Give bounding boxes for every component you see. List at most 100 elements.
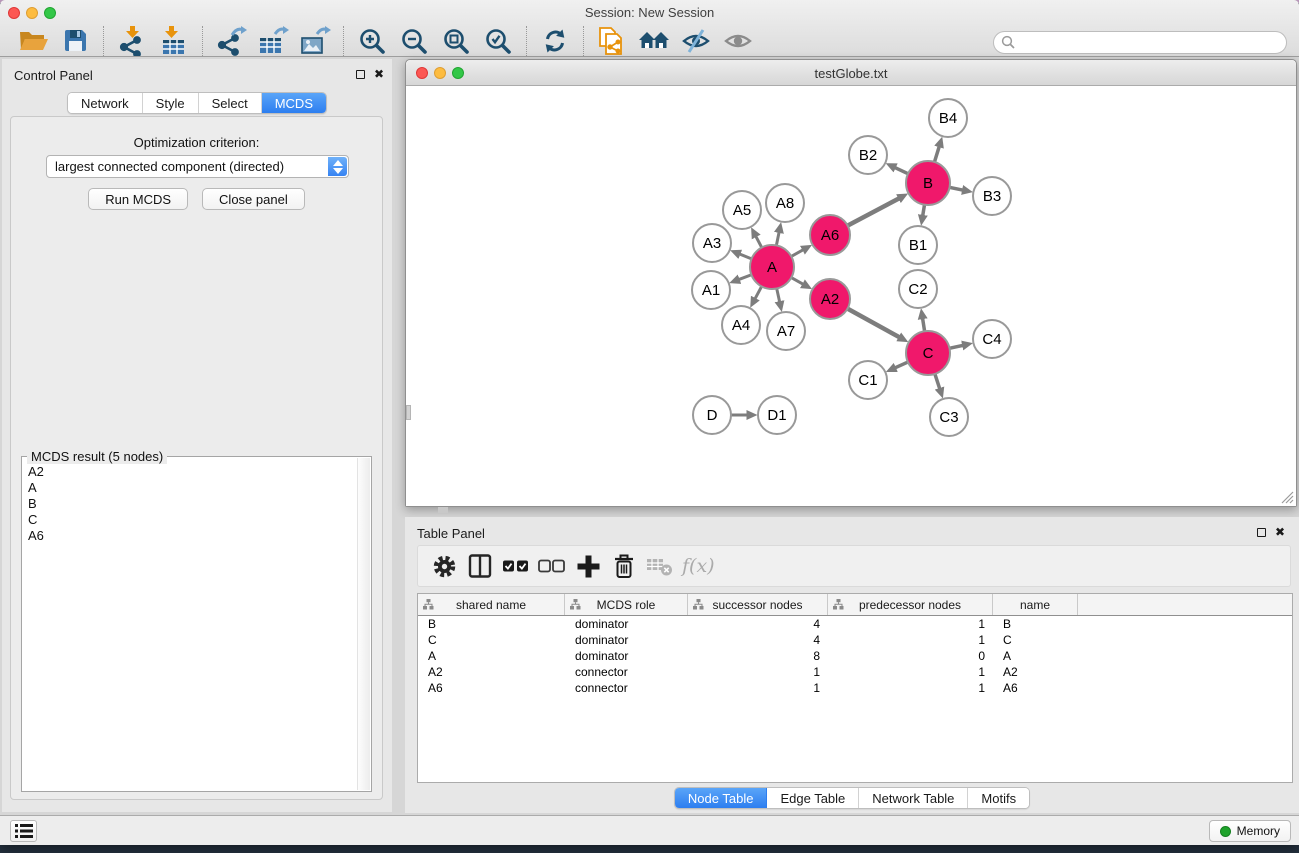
save-session-icon[interactable]	[56, 25, 94, 57]
delete-trash-icon[interactable]	[606, 549, 642, 583]
column-header-predecessor-nodes[interactable]: predecessor nodes	[828, 594, 993, 615]
table-row[interactable]: Bdominator41B	[418, 616, 1292, 632]
function-builder-icon-disabled: f(x)	[678, 555, 715, 577]
zoom-out-icon[interactable]	[395, 25, 433, 57]
graph-edge-B-B2[interactable]	[895, 168, 907, 174]
select-all-checkboxes-icon[interactable]	[498, 549, 534, 583]
graph-node-B4[interactable]: B4	[929, 99, 967, 137]
close-table-panel-icon[interactable]: ✖	[1275, 527, 1285, 537]
tab-node-table[interactable]: Node Table	[675, 788, 768, 808]
graph-node-A3[interactable]: A3	[693, 224, 731, 262]
graph-edge-A-A4[interactable]	[755, 287, 761, 298]
graph-node-B2[interactable]: B2	[849, 136, 887, 174]
graph-node-C[interactable]: C	[906, 331, 950, 375]
column-header-shared-name[interactable]: shared name	[418, 594, 565, 615]
graph-edge-C-C4[interactable]	[950, 345, 962, 348]
graph-node-A2[interactable]: A2	[810, 279, 850, 319]
table-settings-gear-icon[interactable]	[426, 549, 462, 583]
refresh-icon[interactable]	[536, 25, 574, 57]
graph-node-B1[interactable]: B1	[899, 226, 937, 264]
graph-node-A4[interactable]: A4	[722, 306, 760, 344]
graph-edge-A2-C[interactable]	[848, 309, 899, 337]
result-item[interactable]: A2	[28, 464, 357, 480]
graph-node-B[interactable]: B	[906, 161, 950, 205]
export-network-icon[interactable]	[212, 25, 250, 57]
result-item[interactable]: A	[28, 480, 357, 496]
graph-node-B3[interactable]: B3	[973, 177, 1011, 215]
graph-edge-A-A5[interactable]	[756, 237, 761, 247]
task-history-list-button[interactable]	[10, 820, 37, 842]
open-session-icon[interactable]	[14, 25, 52, 57]
zoom-in-icon[interactable]	[353, 25, 391, 57]
graph-node-C1[interactable]: C1	[849, 361, 887, 399]
close-panel-button[interactable]: Close panel	[202, 188, 305, 210]
graph-edge-C-C3[interactable]	[935, 375, 939, 389]
window-resize-grip[interactable]	[1281, 491, 1294, 504]
graph-edge-A-A1[interactable]	[739, 275, 750, 279]
graph-edge-A6-B[interactable]	[849, 198, 899, 225]
graph-edge-A-A7[interactable]	[777, 289, 780, 301]
graph-node-A5[interactable]: A5	[723, 191, 761, 229]
export-image-icon[interactable]	[296, 25, 334, 57]
float-table-panel-icon[interactable]	[1257, 528, 1266, 537]
result-item[interactable]: A6	[28, 528, 357, 544]
optimization-criterion-select[interactable]: largest connected component (directed)	[46, 155, 349, 178]
result-item[interactable]: C	[28, 512, 357, 528]
result-item[interactable]: B	[28, 496, 357, 512]
float-panel-icon[interactable]	[356, 70, 365, 79]
search-input[interactable]	[993, 31, 1287, 54]
tab-style[interactable]: Style	[143, 93, 199, 113]
table-row[interactable]: A2connector11A2	[418, 664, 1292, 680]
graph-edge-C-C2[interactable]	[923, 319, 925, 331]
tab-select[interactable]: Select	[199, 93, 262, 113]
graph-node-A7[interactable]: A7	[767, 312, 805, 350]
divider-handle[interactable]	[438, 507, 448, 513]
run-mcds-button[interactable]: Run MCDS	[88, 188, 188, 210]
graph-edge-B-B3[interactable]	[951, 188, 963, 190]
table-row[interactable]: A6connector11A6	[418, 680, 1292, 696]
zoom-selected-icon[interactable]	[479, 25, 517, 57]
graph-node-D1[interactable]: D1	[758, 396, 796, 434]
new-network-document-icon[interactable]	[593, 25, 631, 57]
column-header-MCDS-role[interactable]: MCDS role	[565, 594, 688, 615]
column-header-successor-nodes[interactable]: successor nodes	[688, 594, 828, 615]
close-panel-icon[interactable]: ✖	[374, 69, 384, 79]
tab-mcds[interactable]: MCDS	[262, 93, 326, 113]
result-scrollbar[interactable]	[357, 458, 370, 790]
graph-edge-B-B4[interactable]	[935, 147, 939, 161]
graph-edge-A-A6[interactable]	[792, 250, 803, 256]
export-table-icon[interactable]	[254, 25, 292, 57]
network-left-scroll-nub[interactable]	[406, 405, 411, 420]
tab-edge-table[interactable]: Edge Table	[767, 788, 859, 808]
graph-node-C2[interactable]: C2	[899, 270, 937, 308]
add-column-plus-icon[interactable]	[570, 549, 606, 583]
hide-eye-slash-icon[interactable]	[677, 25, 715, 57]
tab-network[interactable]: Network	[68, 93, 143, 113]
import-network-icon[interactable]	[113, 25, 151, 57]
show-all-homes-icon[interactable]	[635, 25, 673, 57]
graph-edge-B-B1[interactable]	[923, 206, 925, 216]
graph-node-D[interactable]: D	[693, 396, 731, 434]
graph-edge-A-A3[interactable]	[740, 254, 751, 258]
graph-node-C4[interactable]: C4	[973, 320, 1011, 358]
table-row[interactable]: Adominator80A	[418, 648, 1292, 664]
tab-network-table[interactable]: Network Table	[859, 788, 968, 808]
graph-node-C3[interactable]: C3	[930, 398, 968, 436]
graph-node-A[interactable]: A	[750, 245, 794, 289]
tab-motifs[interactable]: Motifs	[968, 788, 1029, 808]
deselect-all-checkboxes-icon[interactable]	[534, 549, 570, 583]
graph-edge-A-A8[interactable]	[777, 232, 779, 244]
column-header-name[interactable]: name	[993, 594, 1078, 615]
table-row[interactable]: Cdominator41C	[418, 632, 1292, 648]
import-table-icon[interactable]	[155, 25, 193, 57]
zoom-fit-icon[interactable]	[437, 25, 475, 57]
column-visibility-icon[interactable]	[462, 549, 498, 583]
graph-edge-C-C1[interactable]	[895, 362, 907, 367]
memory-button[interactable]: Memory	[1209, 820, 1291, 842]
show-eye-icon[interactable]	[719, 25, 757, 57]
network-canvas[interactable]: B4 B2 B B3 A8A5 A6 A3 B1 A A1 C2 A2 A4A7 C4 C C1 C3 D D1	[406, 86, 1296, 506]
graph-edge-A-A2[interactable]	[792, 278, 803, 284]
graph-node-A6[interactable]: A6	[810, 215, 850, 255]
graph-node-A1[interactable]: A1	[692, 271, 730, 309]
graph-node-A8[interactable]: A8	[766, 184, 804, 222]
